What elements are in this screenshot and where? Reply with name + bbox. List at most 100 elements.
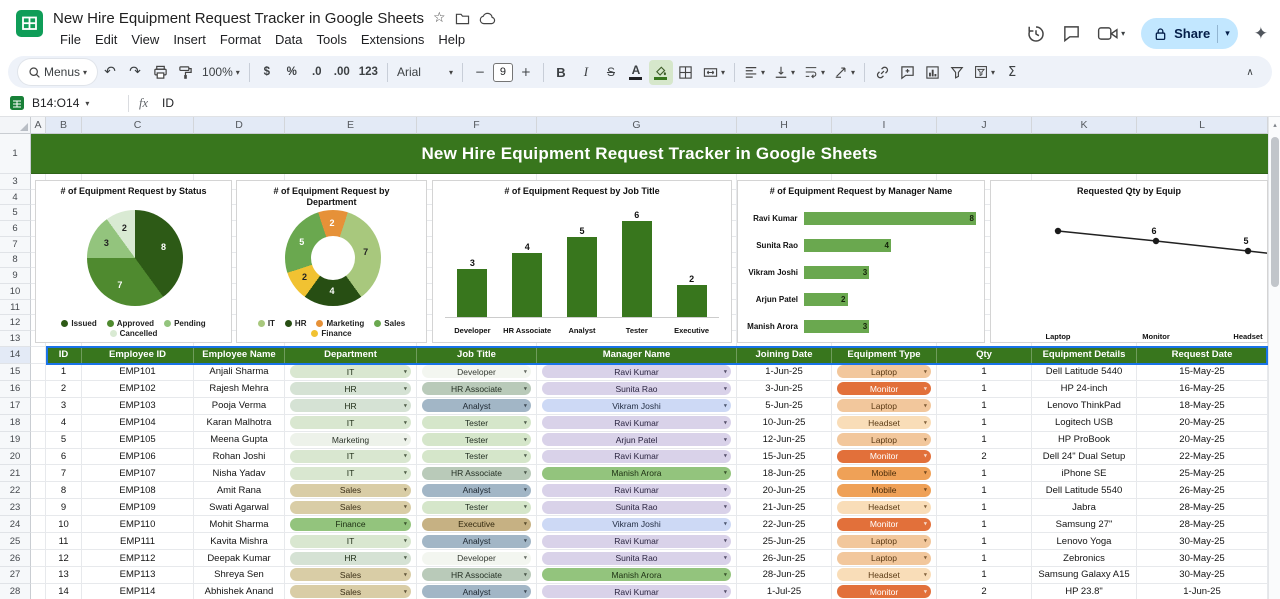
cell[interactable]: HR▾ bbox=[285, 381, 417, 398]
table-header-cell[interactable]: Employee Name bbox=[194, 347, 285, 364]
dropdown-chip[interactable]: HR▾ bbox=[290, 552, 411, 565]
row-header-23[interactable]: 23 bbox=[0, 499, 31, 516]
cell[interactable]: Ravi Kumar▾ bbox=[537, 482, 737, 499]
cell[interactable]: Analyst▾ bbox=[417, 584, 537, 599]
dropdown-chip[interactable]: Monitor▾ bbox=[837, 585, 931, 598]
cell[interactable]: 28-May-25 bbox=[1137, 516, 1268, 533]
cell[interactable] bbox=[31, 533, 46, 550]
cell[interactable] bbox=[31, 449, 46, 466]
cell[interactable]: 28-Jun-25 bbox=[737, 567, 832, 584]
cell[interactable]: 13 bbox=[46, 567, 82, 584]
cell[interactable]: Tester▾ bbox=[417, 499, 537, 516]
cell[interactable]: 22-May-25 bbox=[1137, 449, 1268, 466]
document-title[interactable]: New Hire Equipment Request Tracker in Go… bbox=[53, 10, 424, 27]
dropdown-chip[interactable]: HR▾ bbox=[290, 382, 411, 395]
cell[interactable]: 18-Jun-25 bbox=[737, 465, 832, 482]
column-header-K[interactable]: K bbox=[1032, 117, 1137, 134]
cell[interactable]: Vikram Joshi▾ bbox=[537, 398, 737, 415]
cell[interactable]: 10-Jun-25 bbox=[737, 415, 832, 432]
cell[interactable]: Dell Latitude 5440 bbox=[1032, 364, 1137, 381]
cell[interactable]: Sunita Rao▾ bbox=[537, 381, 737, 398]
move-folder-icon[interactable] bbox=[455, 12, 470, 25]
cell[interactable]: Executive▾ bbox=[417, 516, 537, 533]
chart-card-donut[interactable]: # of Equipment Request by Department2742… bbox=[236, 180, 427, 343]
cell[interactable]: Analyst▾ bbox=[417, 398, 537, 415]
row-header-3[interactable]: 3 bbox=[0, 174, 31, 190]
dropdown-chip[interactable]: Marketing▾ bbox=[290, 433, 411, 446]
cell[interactable]: Samsung Galaxy A15 bbox=[1032, 567, 1137, 584]
cell[interactable]: Tester▾ bbox=[417, 449, 537, 466]
dropdown-chip[interactable]: Executive▾ bbox=[422, 518, 531, 531]
cell[interactable]: Finance▾ bbox=[285, 516, 417, 533]
cell[interactable]: Sales▾ bbox=[285, 482, 417, 499]
cell[interactable]: EMP111 bbox=[82, 533, 194, 550]
create-filter-button[interactable] bbox=[945, 60, 969, 85]
cell[interactable]: EMP108 bbox=[82, 482, 194, 499]
cell[interactable]: 1 bbox=[937, 432, 1032, 449]
cell[interactable]: 30-May-25 bbox=[1137, 533, 1268, 550]
cell[interactable]: 6 bbox=[46, 449, 82, 466]
cell[interactable]: EMP104 bbox=[82, 415, 194, 432]
cell[interactable]: EMP105 bbox=[82, 432, 194, 449]
dropdown-chip[interactable]: IT▾ bbox=[290, 535, 411, 548]
cell[interactable]: 7 bbox=[46, 465, 82, 482]
functions-button[interactable]: Σ bbox=[1000, 60, 1024, 85]
table-header-cell[interactable]: Manager Name bbox=[537, 347, 737, 364]
row-header-13[interactable]: 13 bbox=[0, 331, 31, 347]
menu-file[interactable]: File bbox=[53, 30, 88, 49]
cell[interactable]: 1-Jul-25 bbox=[737, 584, 832, 599]
cell[interactable]: 25-May-25 bbox=[1137, 465, 1268, 482]
cell[interactable]: 1 bbox=[937, 533, 1032, 550]
row-header-11[interactable]: 11 bbox=[0, 300, 31, 316]
cell[interactable]: Mohit Sharma bbox=[194, 516, 285, 533]
row-header-12[interactable]: 12 bbox=[0, 315, 31, 331]
cell[interactable]: 1 bbox=[46, 364, 82, 381]
cell[interactable]: IT▾ bbox=[285, 415, 417, 432]
row-header-19[interactable]: 19 bbox=[0, 432, 31, 449]
column-header-C[interactable]: C bbox=[82, 117, 194, 134]
cell[interactable]: HR▾ bbox=[285, 550, 417, 567]
dropdown-chip[interactable]: Vikram Joshi▾ bbox=[542, 399, 731, 412]
cell[interactable]: 15-May-25 bbox=[1137, 364, 1268, 381]
dropdown-chip[interactable]: Analyst▾ bbox=[422, 585, 531, 598]
column-header-L[interactable]: L bbox=[1137, 117, 1268, 134]
cell[interactable]: 1 bbox=[937, 550, 1032, 567]
cell[interactable]: 1 bbox=[937, 381, 1032, 398]
dropdown-chip[interactable]: IT▾ bbox=[290, 416, 411, 429]
chart-card-hbar[interactable]: # of Equipment Request by Manager NameRa… bbox=[737, 180, 985, 343]
font-size-input[interactable]: 9 bbox=[493, 63, 513, 82]
increase-font-size-button[interactable]: + bbox=[514, 60, 538, 85]
cell[interactable] bbox=[31, 516, 46, 533]
dropdown-chip[interactable]: Monitor▾ bbox=[837, 382, 931, 395]
cell[interactable]: 1-Jun-25 bbox=[1137, 584, 1268, 599]
dropdown-chip[interactable]: Sales▾ bbox=[290, 568, 411, 581]
dropdown-chip[interactable]: HR Associate▾ bbox=[422, 467, 531, 480]
row-header-15[interactable]: 15 bbox=[0, 364, 31, 381]
row-header-18[interactable]: 18 bbox=[0, 415, 31, 432]
scroll-up-icon[interactable]: ▴ bbox=[1269, 117, 1280, 132]
cell[interactable]: Laptop▾ bbox=[832, 364, 937, 381]
dropdown-chip[interactable]: Ravi Kumar▾ bbox=[542, 450, 731, 463]
gemini-sparkle-icon[interactable]: ✦ bbox=[1254, 24, 1268, 44]
cell[interactable]: Meena Gupta bbox=[194, 432, 285, 449]
cell[interactable]: 15-Jun-25 bbox=[737, 449, 832, 466]
dropdown-chip[interactable]: Vikram Joshi▾ bbox=[542, 518, 731, 531]
dropdown-chip[interactable]: Arjun Patel▾ bbox=[542, 433, 731, 446]
column-header-A[interactable]: A bbox=[31, 117, 46, 134]
cell[interactable]: Abhishek Anand bbox=[194, 584, 285, 599]
cell[interactable]: Lenovo Yoga bbox=[1032, 533, 1137, 550]
cell[interactable]: Sales▾ bbox=[285, 584, 417, 599]
cell[interactable]: Ravi Kumar▾ bbox=[537, 584, 737, 599]
cell[interactable]: HR Associate▾ bbox=[417, 567, 537, 584]
cell[interactable]: 1-Jun-25 bbox=[737, 364, 832, 381]
cell[interactable]: 1 bbox=[937, 415, 1032, 432]
row-header-5[interactable]: 5 bbox=[0, 205, 31, 221]
share-dropdown-icon[interactable]: ▾ bbox=[1225, 29, 1230, 39]
cell[interactable]: Deepak Kumar bbox=[194, 550, 285, 567]
cell[interactable]: EMP109 bbox=[82, 499, 194, 516]
dropdown-chip[interactable]: Sales▾ bbox=[290, 585, 411, 598]
dropdown-chip[interactable]: Analyst▾ bbox=[422, 399, 531, 412]
banner-cell[interactable]: New Hire Equipment Request Tracker in Go… bbox=[31, 134, 1268, 174]
cell[interactable]: IT▾ bbox=[285, 533, 417, 550]
dropdown-chip[interactable]: Tester▾ bbox=[422, 416, 531, 429]
